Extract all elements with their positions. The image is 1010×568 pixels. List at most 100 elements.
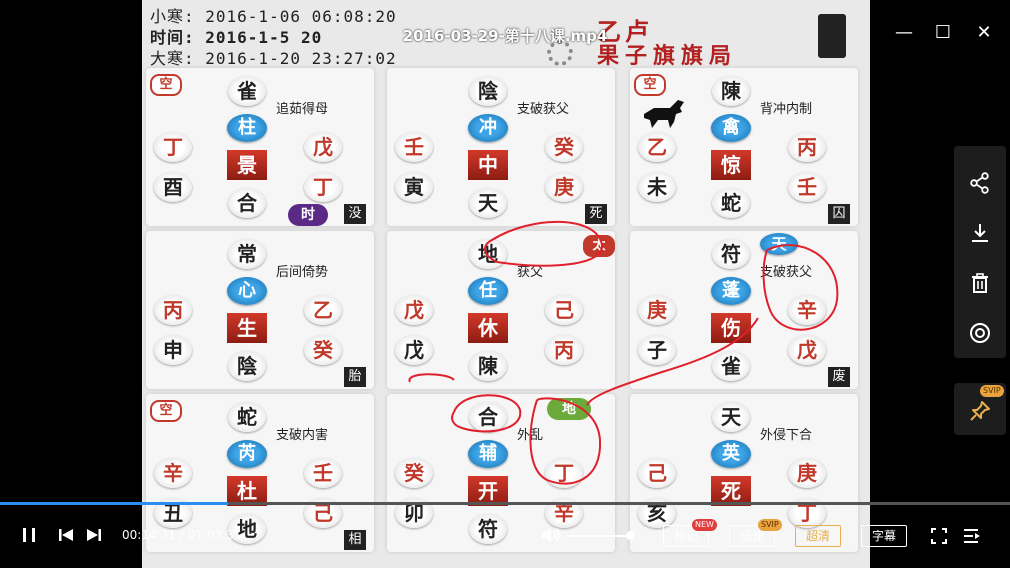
cell-bottom-god: 陰 [228, 351, 266, 381]
palace-cell: 雀追茹得母丁柱戊景酉丁合没空时 [146, 68, 374, 226]
playback-time: 00:14:31 / 01:03:31 [122, 528, 241, 542]
time-separator: / [175, 528, 188, 542]
cell-hour-badge: 时 [288, 204, 328, 226]
cell-star: 任 [468, 277, 508, 305]
cell-right-bottom-stem: 癸 [304, 335, 342, 365]
download-icon[interactable] [968, 222, 992, 246]
close-icon[interactable]: ✕ [973, 22, 995, 43]
cell-right-bottom-stem: 壬 [788, 172, 826, 202]
palace-cell: 地获父戊任己休戊丙陳太 [387, 231, 615, 389]
cell-star: 冲 [468, 114, 508, 142]
progress-bar[interactable] [0, 502, 1010, 505]
volume-knob[interactable] [625, 531, 635, 540]
video-frame[interactable]: 小寒: 2016-1-06 06:08:20 时间: 2016-1-5 20 大… [142, 0, 870, 568]
current-time: 00:14:31 [122, 528, 176, 542]
cell-left-top-stem: 庚 [638, 295, 676, 325]
cell-right-top-stem: 癸 [545, 132, 583, 162]
header-line-3: 大寒: 2016-1-20 23:27:02 [150, 49, 397, 68]
cell-top-deity: 陰 [469, 76, 507, 106]
pin-svip-badge: SVIP [980, 385, 1004, 397]
cell-blue-top-badge: 天 [760, 233, 798, 255]
volume-icon[interactable] [540, 525, 562, 549]
cell-right-top-stem: 辛 [788, 295, 826, 325]
cell-bottom-god: 陳 [469, 351, 507, 381]
cell-note: 支破获父 [517, 102, 570, 117]
next-icon[interactable] [85, 526, 103, 548]
cell-left-bottom-stem: 酉 [154, 172, 192, 202]
video-title: 2016-03-29-第十八课.mp4 [402, 27, 608, 45]
cell-note: 支破内害 [276, 428, 329, 443]
video-player: 小寒: 2016-1-06 06:08:20 时间: 2016-1-5 20 大… [0, 0, 1010, 568]
cell-left-bottom-stem: 寅 [395, 172, 433, 202]
cell-right-top-stem: 丁 [545, 458, 583, 488]
cell-bottom-god: 雀 [712, 351, 750, 381]
cell-right-bottom-stem: 丙 [545, 335, 583, 365]
minimize-icon[interactable]: — [893, 22, 915, 43]
trash-icon[interactable] [968, 272, 992, 296]
target-icon[interactable] [968, 322, 992, 346]
quality-button[interactable]: 超清 [795, 525, 841, 547]
progress-played [0, 502, 229, 505]
cell-left-top-stem: 乙 [638, 132, 676, 162]
cell-void-badge: 空 [150, 74, 182, 96]
cell-door: 景 [227, 150, 267, 180]
total-time: 01:03:31 [187, 528, 242, 542]
cell-bottom-god: 天 [469, 188, 507, 218]
fullscreen-icon[interactable] [930, 527, 948, 549]
cell-red-badge: 太 [583, 235, 615, 257]
pin-panel: SVIP [954, 383, 1006, 435]
pause-icon[interactable] [20, 526, 38, 548]
cell-left-top-stem: 癸 [395, 458, 433, 488]
cell-right-top-stem: 乙 [304, 295, 342, 325]
cell-state-tag: 废 [828, 367, 850, 387]
cell-state-tag: 没 [344, 204, 366, 224]
cell-door: 伤 [711, 313, 751, 343]
cell-star: 芮 [227, 440, 267, 468]
cell-star: 蓬 [711, 277, 751, 305]
share-icon[interactable] [968, 172, 992, 196]
cell-note: 后间倚势 [276, 265, 329, 280]
cell-state-tag: 囚 [828, 204, 850, 224]
cell-right-bottom-stem: 丁 [304, 172, 342, 202]
palace-cell: 常后间倚势丙 心乙生申 癸陰胎 [146, 231, 374, 389]
cell-top-deity: 合 [469, 402, 507, 432]
cell-right-top-stem: 己 [545, 295, 583, 325]
cell-void-badge: 空 [634, 74, 666, 96]
cell-right-top-stem: 戊 [304, 132, 342, 162]
cell-note: 背冲内制 [760, 102, 813, 117]
cell-star: 心 [227, 277, 267, 305]
horse-icon [644, 100, 684, 128]
cell-note: 外乱 [517, 428, 544, 443]
cell-top-deity: 常 [228, 239, 266, 269]
playlist-icon[interactable] [962, 527, 982, 549]
cell-top-deity: 地 [469, 239, 507, 269]
cell-right-top-stem: 壬 [304, 458, 342, 488]
cell-top-deity: 雀 [228, 76, 266, 106]
cell-door: 休 [468, 313, 508, 343]
cell-top-deity: 天 [712, 402, 750, 432]
cell-state-tag: 死 [585, 204, 607, 224]
cell-right-bottom-stem: 戊 [788, 335, 826, 365]
volume-slider[interactable] [567, 531, 635, 540]
cell-bottom-god: 蛇 [712, 188, 750, 218]
cell-note: 追茹得母 [276, 102, 329, 117]
subtitle-button[interactable]: 字幕 [861, 525, 907, 547]
cell-void-badge: 空 [150, 400, 182, 422]
maximize-icon[interactable]: ☐ [932, 22, 954, 43]
pin-icon[interactable] [968, 399, 992, 427]
cell-top-deity: 陳 [712, 76, 750, 106]
palace-cell: 陰支破获父壬 冲癸中寅 庚天死 [387, 68, 615, 226]
cell-top-deity: 蛇 [228, 402, 266, 432]
cell-left-top-stem: 丙 [154, 295, 192, 325]
cell-right-top-stem: 丙 [788, 132, 826, 162]
cell-note: 支破获父 [760, 265, 813, 280]
side-action-panel [954, 146, 1006, 358]
speed-svip-badge: SVIP [758, 519, 782, 531]
previous-icon[interactable] [57, 526, 75, 548]
header-line-1: 小寒: 2016-1-06 06:08:20 [150, 7, 397, 26]
cell-right-bottom-stem: 庚 [545, 172, 583, 202]
cell-left-top-stem: 辛 [154, 458, 192, 488]
control-bar: 00:14:31 / 01:03:31 标记 NEW 倍速 SVIP 超清 字幕 [0, 508, 1010, 568]
cell-left-top-stem: 己 [638, 458, 676, 488]
cell-door: 生 [227, 313, 267, 343]
